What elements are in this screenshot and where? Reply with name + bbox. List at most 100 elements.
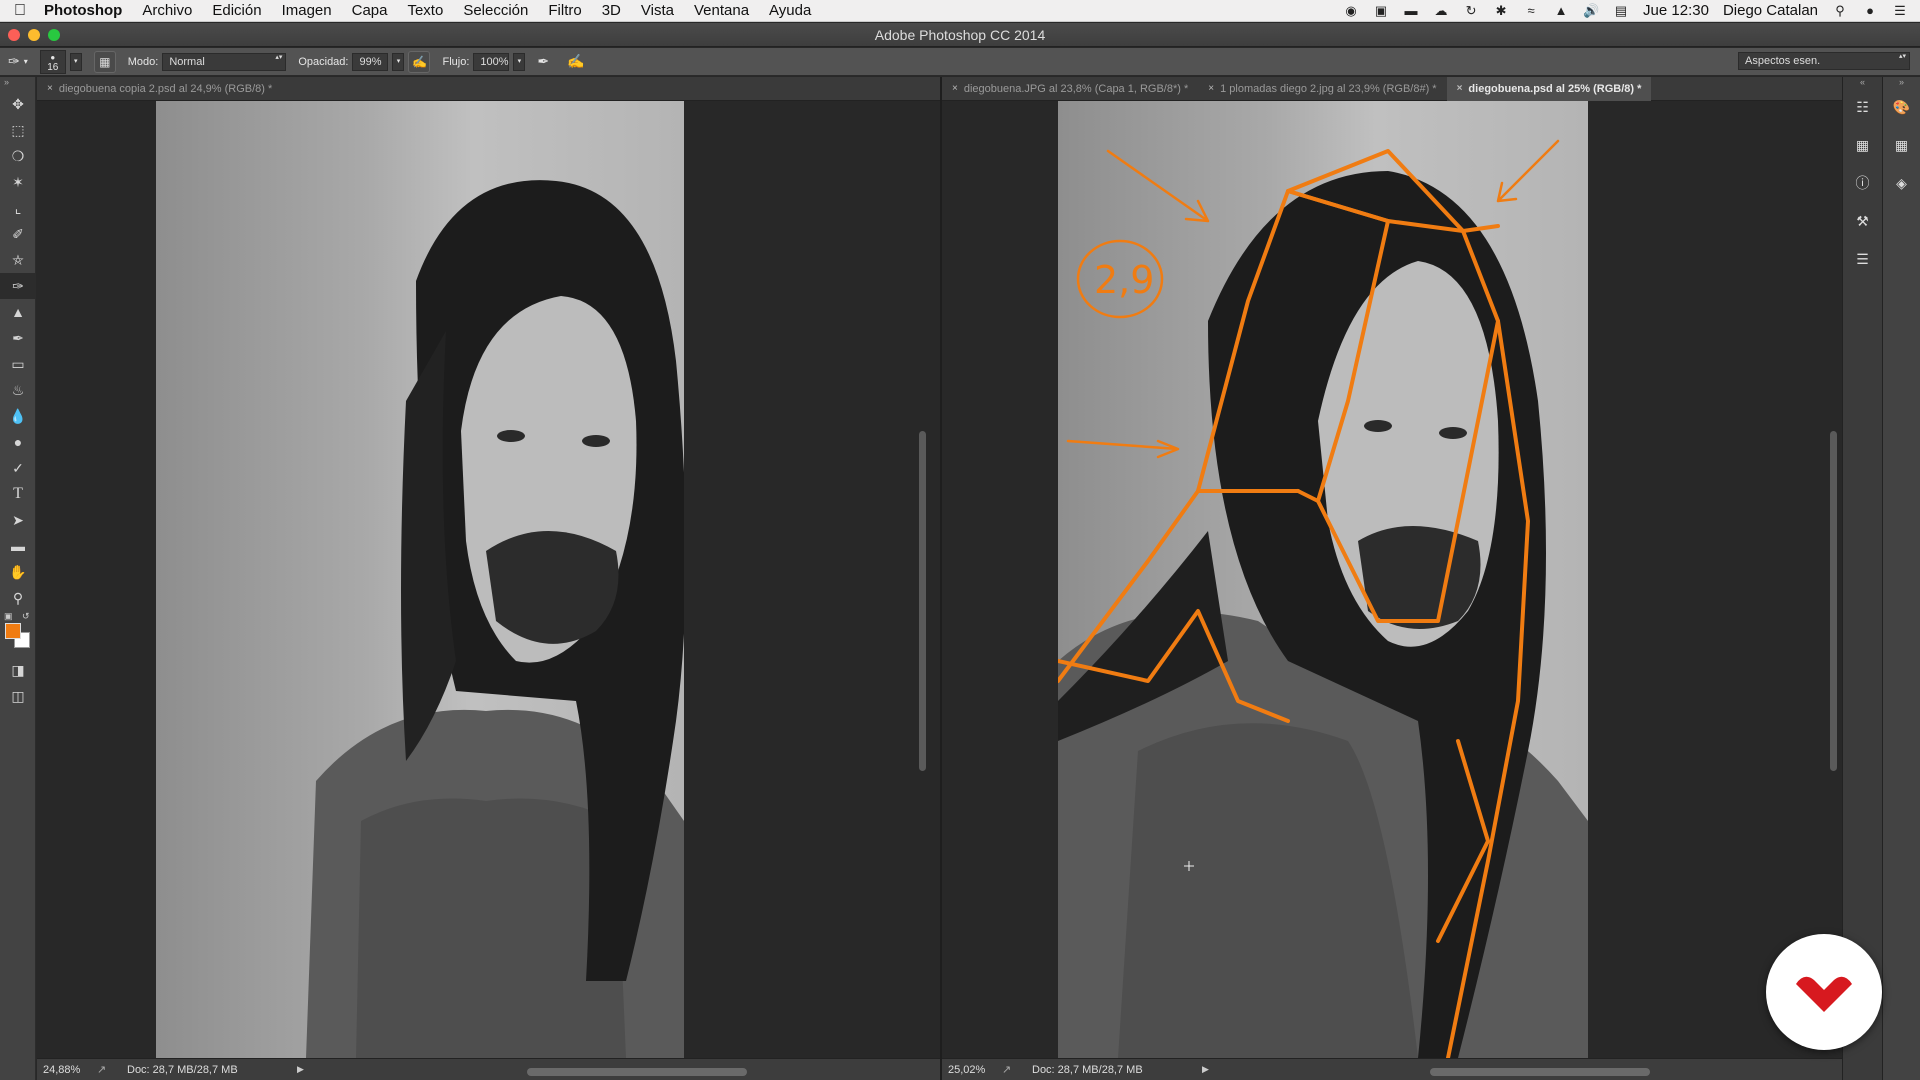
brush-panel-icon[interactable]: ▦ (93, 50, 116, 73)
adjustments-panel-icon[interactable]: ☰ (1849, 245, 1877, 273)
dock-expand-icon[interactable]: » (1883, 77, 1920, 89)
flow-slider-arrow[interactable]: ▾ (513, 52, 526, 71)
info-panel-icon[interactable]: ⓘ (1849, 169, 1877, 197)
eject-icon[interactable]: ▲ (1553, 3, 1569, 18)
portrait-photo-annotated[interactable]: 2,9 (1058, 101, 1588, 1058)
chevron-down-icon[interactable]: ▾ (24, 57, 28, 66)
brush-tool-icon[interactable]: ✑ (0, 273, 36, 299)
close-tab-icon[interactable]: × (47, 77, 53, 101)
battery-icon[interactable]: ▬ (1403, 3, 1419, 18)
swatches-panel-icon[interactable]: ▦ (1888, 131, 1916, 159)
close-tab-icon[interactable]: × (1457, 77, 1463, 101)
quick-mask-icon[interactable]: ◨ (0, 657, 36, 683)
portrait-photo[interactable] (156, 101, 684, 1058)
brush-preview[interactable]: ● 16 (39, 49, 66, 74)
menu-user[interactable]: Diego Catalan (1723, 2, 1818, 19)
volume-icon[interactable]: 🔊 (1583, 3, 1599, 18)
bluetooth-icon[interactable]: ✱ (1493, 3, 1509, 18)
menu-imagen[interactable]: Imagen (272, 2, 342, 19)
type-tool-icon[interactable]: T (0, 481, 36, 507)
menu-capa[interactable]: Capa (342, 2, 398, 19)
left-horizontal-scrollbar[interactable] (527, 1068, 747, 1076)
opacity-input[interactable]: 99% (352, 52, 389, 71)
screen-mode-icon[interactable]: ◫ (0, 683, 36, 709)
pressure-size-icon[interactable]: ✍ (567, 53, 584, 70)
mode-select[interactable]: Normal (162, 52, 287, 71)
close-tab-icon[interactable]: × (1208, 77, 1214, 101)
dodge-tool-icon[interactable]: ● (0, 429, 36, 455)
menu-archivo[interactable]: Archivo (132, 2, 202, 19)
time-machine-icon[interactable]: ↻ (1463, 3, 1479, 18)
panel-collapse-icon[interactable]: » (0, 77, 35, 91)
eraser-tool-icon[interactable]: ▭ (0, 351, 36, 377)
menu-texto[interactable]: Texto (397, 2, 453, 19)
layers-panel-icon[interactable]: ◈ (1888, 169, 1916, 197)
eyedropper-tool-icon[interactable]: ✐ (0, 221, 36, 247)
airbrush-icon[interactable]: ✒ (537, 53, 549, 70)
opacity-slider-arrow[interactable]: ▾ (392, 52, 405, 71)
color-panel-icon[interactable]: 🎨 (1888, 93, 1916, 121)
record-icon[interactable]: ◉ (1343, 3, 1359, 18)
menu-clock[interactable]: Jue 12:30 (1643, 2, 1709, 19)
screen-icon[interactable]: ▣ (1373, 3, 1389, 18)
status-menu-arrow-icon[interactable]: ▶ (297, 1064, 311, 1075)
marquee-tool-icon[interactable]: ⬚ (0, 117, 36, 143)
wifi-icon[interactable]: ≈ (1523, 3, 1539, 18)
zoom-window-button[interactable] (48, 29, 60, 41)
right-vertical-scrollbar[interactable] (1830, 431, 1837, 771)
tab-diegobuena-psd[interactable]: × diegobuena.psd al 25% (RGB/8) * (1446, 77, 1652, 101)
history-brush-tool-icon[interactable]: ✒ (0, 325, 36, 351)
right-zoom-level[interactable]: 25,02% (942, 1064, 1002, 1076)
tab-left-doc[interactable]: × diegobuena copia 2.psd al 24,9% (RGB/8… (37, 77, 282, 101)
brush-picker-arrow[interactable]: ▾ (69, 52, 82, 71)
pressure-opacity-icon[interactable]: ✍ (408, 50, 431, 73)
app-menu[interactable]: Photoshop (40, 2, 132, 19)
brush-tool-preset-icon[interactable]: ✑ (8, 53, 20, 70)
menu-edicion[interactable]: Edición (202, 2, 271, 19)
lasso-tool-icon[interactable]: ❍ (0, 143, 36, 169)
hand-tool-icon[interactable]: ✋ (0, 559, 36, 585)
menu-vista[interactable]: Vista (631, 2, 684, 19)
default-colors-icon[interactable]: ▣ (4, 611, 13, 622)
paint-bucket-tool-icon[interactable]: ♨ (0, 377, 36, 403)
notifications-list-icon[interactable]: ☰ (1892, 3, 1908, 18)
left-zoom-level[interactable]: 24,88% (37, 1064, 97, 1076)
tab-diegobuena-jpg[interactable]: × diegobuena.JPG al 23,8% (Capa 1, RGB/8… (942, 77, 1198, 101)
foreground-color-swatch[interactable] (5, 623, 21, 639)
cloud-icon[interactable]: ☁ (1433, 3, 1449, 18)
close-window-button[interactable] (8, 29, 20, 41)
left-canvas[interactable] (37, 101, 940, 1058)
siri-icon[interactable]: ● (1862, 3, 1878, 18)
history-panel-icon[interactable]: ☷ (1849, 93, 1877, 121)
share-icon[interactable]: ↗ (97, 1063, 127, 1076)
clone-stamp-tool-icon[interactable]: ▲ (0, 299, 36, 325)
brush-presets-panel-icon[interactable]: ▦ (1849, 131, 1877, 159)
healing-brush-tool-icon[interactable]: ⛤ (0, 247, 36, 273)
brush-picker[interactable]: ● 16 ▾ (39, 49, 82, 74)
minimize-window-button[interactable] (28, 29, 40, 41)
magic-wand-tool-icon[interactable]: ✶ (0, 169, 36, 195)
apple-menu-icon[interactable]:  (0, 2, 40, 20)
tool-presets-panel-icon[interactable]: ⚒ (1849, 207, 1877, 235)
crop-tool-icon[interactable]: ⌞ (0, 195, 36, 221)
calendar-icon[interactable]: ▤ (1613, 3, 1629, 18)
menu-filtro[interactable]: Filtro (538, 2, 591, 19)
blur-tool-icon[interactable]: 💧 (0, 403, 36, 429)
path-selection-tool-icon[interactable]: ➤ (0, 507, 36, 533)
menu-3d[interactable]: 3D (592, 2, 631, 19)
left-vertical-scrollbar[interactable] (919, 431, 926, 771)
menu-ayuda[interactable]: Ayuda (759, 2, 821, 19)
pen-tool-icon[interactable]: ✓ (0, 455, 36, 481)
zoom-tool-icon[interactable]: ⚲ (0, 585, 36, 611)
rectangle-tool-icon[interactable]: ▬ (0, 533, 36, 559)
brush-panel-toggle[interactable]: ▦ (93, 50, 116, 73)
right-canvas[interactable]: 2,9 (942, 101, 1842, 1058)
dock-collapse-icon[interactable]: « (1843, 77, 1882, 89)
close-tab-icon[interactable]: × (952, 77, 958, 101)
flow-input[interactable]: 100% (473, 52, 510, 71)
right-horizontal-scrollbar[interactable] (1430, 1068, 1650, 1076)
status-menu-arrow-icon[interactable]: ▶ (1202, 1064, 1216, 1075)
tool-preset[interactable]: ✑ ▾ (8, 53, 28, 70)
share-icon[interactable]: ↗ (1002, 1063, 1032, 1076)
menu-seleccion[interactable]: Selección (453, 2, 538, 19)
